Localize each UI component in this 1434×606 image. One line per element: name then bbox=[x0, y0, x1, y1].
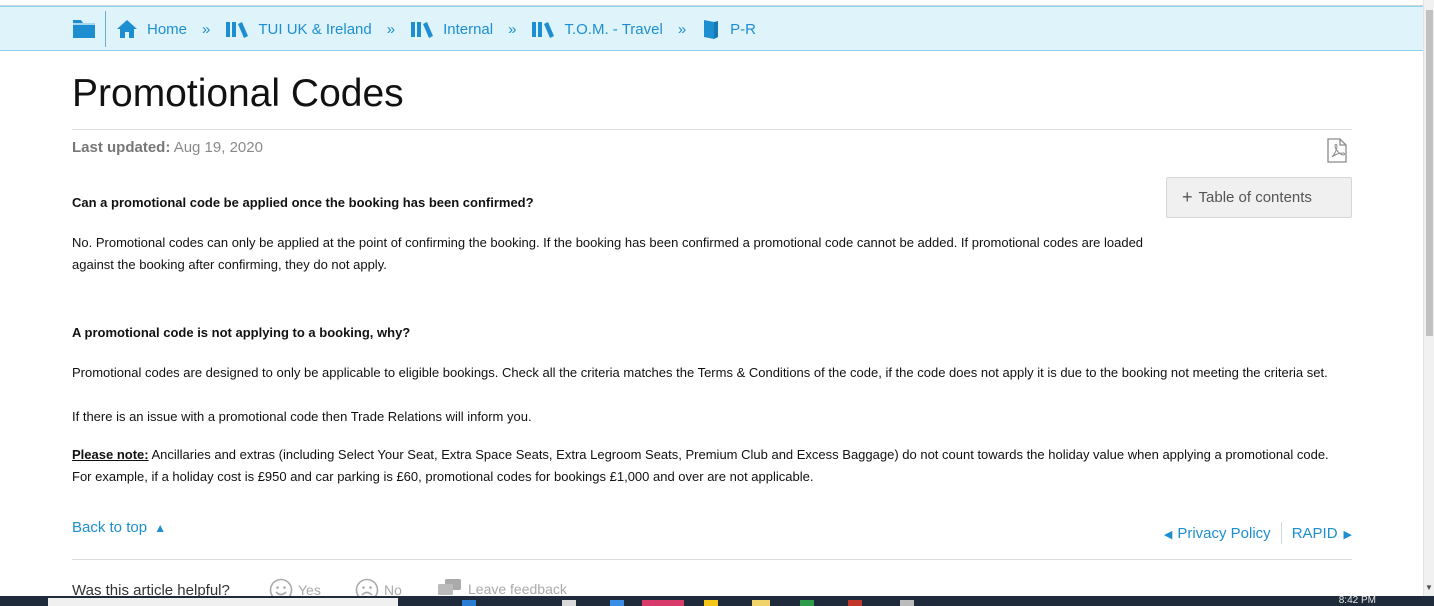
answer-paragraph: No. Promotional codes can only be applie… bbox=[72, 235, 1144, 272]
taskbar-app-icon[interactable] bbox=[752, 600, 770, 606]
page-title: Promotional Codes bbox=[72, 72, 404, 115]
taskbar-app-icon[interactable] bbox=[900, 600, 914, 606]
previous-article-label: Privacy Policy bbox=[1177, 524, 1271, 542]
caret-right-icon: ▶ bbox=[1343, 528, 1352, 541]
next-article-link[interactable]: RAPID ▶ bbox=[1292, 525, 1352, 542]
leave-feedback-label: Leave feedback bbox=[468, 581, 567, 597]
breadcrumb-items: Home » TUI UK & Ireland » Internal » T.O… bbox=[116, 7, 756, 51]
plus-icon: + bbox=[1182, 187, 1193, 207]
breadcrumb-separator: » bbox=[386, 20, 396, 38]
answer-paragraph: If there is an issue with a promotional … bbox=[72, 409, 532, 424]
pdf-icon[interactable] bbox=[1326, 138, 1348, 163]
breadcrumb-separator: » bbox=[508, 20, 517, 38]
breadcrumb-label: TUI UK & Ireland bbox=[258, 20, 372, 38]
taskbar-clock[interactable]: 8:42 PM bbox=[1339, 596, 1376, 606]
taskbar-app-icon[interactable] bbox=[704, 600, 718, 606]
breadcrumb-item-internal[interactable]: Internal bbox=[410, 20, 493, 38]
breadcrumb: Home » TUI UK & Ireland » Internal » T.O… bbox=[0, 6, 1423, 51]
taskbar-app-icon[interactable] bbox=[562, 600, 576, 606]
breadcrumb-label: P-R bbox=[730, 20, 756, 38]
note-text: Ancillaries and extras (including Select… bbox=[72, 447, 1329, 484]
answer-paragraph: Promotional codes are designed to only b… bbox=[72, 365, 1328, 380]
last-updated-label: Last updated: bbox=[72, 139, 171, 156]
page-scrollbar[interactable]: ▼ bbox=[1423, 0, 1434, 596]
taskbar-app-icon[interactable] bbox=[462, 600, 476, 606]
library-icon bbox=[411, 22, 434, 38]
breadcrumb-label: Internal bbox=[443, 20, 494, 38]
breadcrumb-item-tom-travel[interactable]: T.O.M. - Travel bbox=[531, 20, 663, 38]
breadcrumb-separator: » bbox=[202, 20, 211, 38]
table-of-contents-button[interactable]: + Table of contents bbox=[1166, 177, 1352, 218]
back-to-top-label: Back to top bbox=[72, 519, 148, 536]
nav-divider bbox=[1280, 522, 1282, 544]
breadcrumb-item-p-r[interactable]: P-R bbox=[701, 18, 756, 40]
last-updated: Last updated: Aug 19, 2020 bbox=[72, 139, 263, 156]
os-taskbar: 8:42 PM bbox=[0, 596, 1434, 606]
previous-article-link[interactable]: ◀ Privacy Policy bbox=[1164, 525, 1271, 542]
library-icon bbox=[532, 22, 555, 38]
folder-icon[interactable] bbox=[72, 17, 96, 39]
breadcrumb-item-tui-uk-ireland[interactable]: TUI UK & Ireland bbox=[225, 20, 372, 38]
home-icon bbox=[117, 20, 137, 38]
next-article-label: RAPID bbox=[1291, 524, 1338, 542]
caret-up-icon: ▲ bbox=[154, 521, 167, 535]
note-label: Please note: bbox=[72, 447, 149, 462]
taskbar-app-icon[interactable] bbox=[848, 600, 862, 606]
footer-divider bbox=[72, 559, 1352, 560]
caret-left-icon: ◀ bbox=[1163, 528, 1173, 541]
title-divider bbox=[72, 129, 1352, 130]
library-icon bbox=[226, 22, 249, 38]
taskbar-app-icon[interactable] bbox=[800, 600, 814, 606]
back-to-top-link[interactable]: Back to top ▲ bbox=[72, 519, 166, 536]
scrollbar-thumb[interactable] bbox=[1426, 10, 1433, 336]
breadcrumb-label: Home bbox=[147, 20, 188, 38]
breadcrumb-separator: » bbox=[677, 20, 687, 38]
breadcrumb-divider bbox=[105, 11, 106, 47]
breadcrumb-item-home[interactable]: Home bbox=[116, 19, 187, 39]
question-heading: A promotional code is not applying to a … bbox=[72, 325, 411, 340]
scroll-down-arrow-icon[interactable]: ▼ bbox=[1425, 583, 1433, 592]
breadcrumb-label: T.O.M. - Travel bbox=[564, 20, 663, 38]
taskbar-app-icon[interactable] bbox=[642, 600, 684, 606]
taskbar-app-icon[interactable] bbox=[610, 600, 624, 606]
last-updated-date: Aug 19, 2020 bbox=[173, 139, 263, 156]
book-icon bbox=[704, 20, 719, 39]
article-navigation: ◀ Privacy Policy RAPID ▶ bbox=[1164, 522, 1352, 544]
note-paragraph: Please note: Ancillaries and extras (inc… bbox=[72, 444, 1342, 488]
table-of-contents-label: Table of contents bbox=[1198, 189, 1312, 206]
taskbar-search-box[interactable] bbox=[48, 598, 398, 606]
question-heading: Can a promotional code be applied once t… bbox=[72, 195, 534, 210]
